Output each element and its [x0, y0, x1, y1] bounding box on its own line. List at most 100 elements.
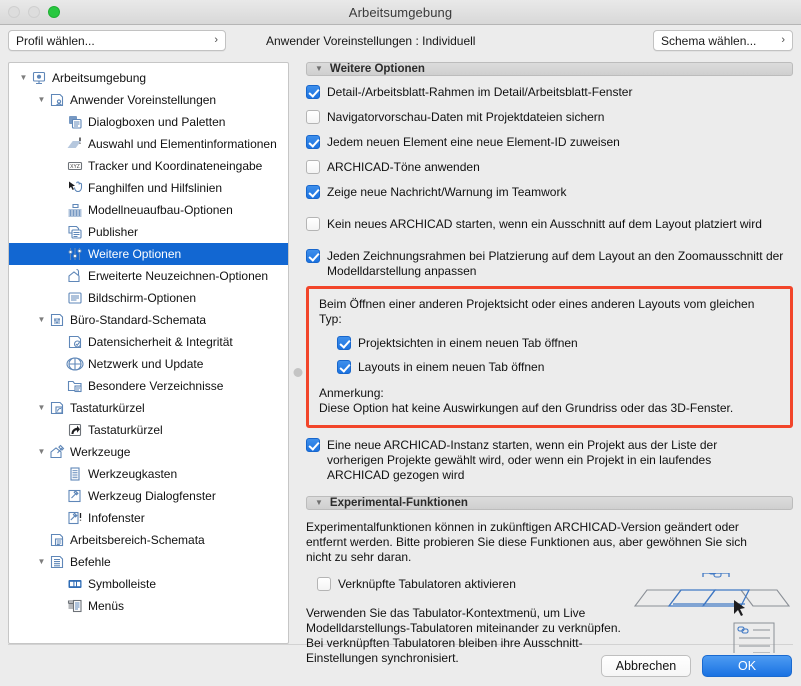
sidebar-item-label: Fanghilfen und Hilfslinien — [88, 181, 223, 195]
sidebar-item-datensicherheit-integrit-t[interactable]: ▼Datensicherheit & Integrität — [9, 331, 288, 353]
sidebar-item-symbolleiste[interactable]: ▼Symbolleiste — [9, 573, 288, 595]
sidebar-item-arbeitsbereich-schemata[interactable]: ▼Arbeitsbereich-Schemata — [9, 529, 288, 551]
new-instance-checkbox[interactable] — [306, 438, 320, 452]
sidebar-item-label: Netzwerk und Update — [88, 357, 204, 371]
profile-select-button[interactable]: Profil wählen... › — [8, 30, 226, 51]
option-row[interactable]: Detail-/Arbeitsblatt-Rahmen im Detail/Ar… — [306, 85, 793, 100]
sidebar-item-label: Dialogboxen und Paletten — [88, 115, 226, 129]
option-row[interactable]: Zeige neue Nachricht/Warnung im Teamwork — [306, 185, 793, 200]
sidebar-item-besondere-verzeichnisse[interactable]: ▼Besondere Verzeichnisse — [9, 375, 288, 397]
option-row[interactable]: Kein neues ARCHICAD starten, wenn ein Au… — [306, 217, 793, 232]
sidebar-item-label: Menüs — [88, 599, 125, 613]
section-header-experimental[interactable]: ▼ Experimental-Funktionen — [306, 496, 793, 510]
option-label: Jeden Zeichnungsrahmen bei Platzierung a… — [327, 249, 784, 278]
linked-tabs-hint: Verwenden Sie das Tabulator-Kontextmenü,… — [306, 606, 621, 665]
special-folders-icon — [67, 380, 82, 393]
option-checkbox[interactable] — [306, 217, 320, 231]
sidebar-item-men-s[interactable]: ▼Menüs — [9, 595, 288, 617]
sidebar-item-arbeitsumgebung[interactable]: ▼ Arbeitsumgebung — [9, 67, 288, 89]
option-checkbox[interactable] — [306, 85, 320, 99]
zoom-button[interactable] — [48, 6, 60, 18]
option-checkbox[interactable] — [337, 360, 351, 374]
new-tab-checkbox-list: Projektsichten in einem neuen Tab öffnen… — [319, 336, 780, 375]
sidebar-item-erweiterte-neuzeichnen-optionen[interactable]: ▼Erweiterte Neuzeichnen-Optionen — [9, 265, 288, 287]
sidebar-item-infofenster[interactable]: ▼Infofenster — [9, 507, 288, 529]
sidebar-item-werkzeuge[interactable]: ▼ Werkzeuge — [9, 441, 288, 463]
option-row[interactable]: Navigatorvorschau-Daten mit Projektdatei… — [306, 110, 793, 125]
sidebar-item-befehle[interactable]: ▼ Befehle — [9, 551, 288, 573]
disclosure-triangle-icon[interactable]: ▼ — [35, 316, 48, 324]
sidebar-item-tastaturk-rzel[interactable]: ▼Tastaturkürzel — [9, 419, 288, 441]
chevron-right-icon: › — [214, 34, 218, 46]
option-row[interactable]: ARCHICAD-Töne anwenden — [306, 160, 793, 175]
sidebar-item-label: Besondere Verzeichnisse — [88, 379, 224, 393]
option-checkbox[interactable] — [306, 185, 320, 199]
sidebar-item-werkzeug-dialogfenster[interactable]: ▼Werkzeug Dialogfenster — [9, 485, 288, 507]
chevron-right-icon: › — [781, 34, 785, 46]
disclosure-triangle-icon[interactable]: ▼ — [315, 65, 323, 73]
sidebar-item-label: Werkzeugkasten — [88, 467, 178, 481]
sidebar-item-netzwerk-und-update[interactable]: ▼Netzwerk und Update — [9, 353, 288, 375]
disclosure-triangle-icon[interactable]: ▼ — [35, 558, 48, 566]
option-label: Kein neues ARCHICAD starten, wenn ein Au… — [327, 217, 762, 231]
splitter-handle[interactable] — [293, 368, 302, 377]
option-row[interactable]: Jedem neuen Element eine neue Element-ID… — [306, 135, 793, 150]
note-text: Diese Option hat keine Auswirkungen auf … — [319, 401, 734, 415]
sidebar-item-modellneuaufbau-optionen[interactable]: ▼Modellneuaufbau-Optionen — [9, 199, 288, 221]
disclosure-triangle-icon[interactable]: ▼ — [315, 499, 323, 507]
workspace-schemes-icon — [50, 533, 64, 547]
schema-select-button[interactable]: Schema wählen... › — [653, 30, 793, 51]
settings-tree-pane[interactable]: ▼ Arbeitsumgebung ▼ Anwender Voreinstellung… — [8, 62, 289, 644]
shortcut-arrow-icon — [68, 423, 82, 437]
sidebar-item-b-ro-standard-schemata[interactable]: ▼ Büro-Standard-Schemata — [9, 309, 288, 331]
option-checkbox[interactable] — [306, 160, 320, 174]
office-standards-icon — [50, 313, 64, 327]
sidebar-item-dialogboxen-und-paletten[interactable]: ▼Dialogboxen und Paletten — [9, 111, 288, 133]
close-button[interactable] — [8, 6, 20, 18]
minimize-button[interactable] — [28, 6, 40, 18]
sidebar-item-werkzeugkasten[interactable]: ▼Werkzeugkasten — [9, 463, 288, 485]
option-checkbox[interactable] — [306, 249, 320, 263]
section-header-more-options[interactable]: ▼ Weitere Optionen — [306, 62, 793, 76]
sidebar-item-label: Bildschirm-Optionen — [88, 291, 197, 305]
option-row[interactable]: Projektsichten in einem neuen Tab öffnen — [319, 336, 780, 351]
snap-guides-icon — [69, 181, 83, 193]
sidebar-item-label: Weitere Optionen — [88, 247, 182, 261]
sidebar-item-label: Werkzeuge — [70, 445, 131, 459]
sidebar-item-auswahl-und-elementinformationen[interactable]: ▼Auswahl und Elementinformationen — [9, 133, 288, 155]
option-checkbox[interactable] — [337, 336, 351, 350]
sidebar-item-tastaturk-rzel[interactable]: ▼ Tastaturkürzel — [9, 397, 288, 419]
option-label: Layouts in einem neuen Tab öffnen — [358, 360, 545, 374]
disclosure-triangle-icon[interactable]: ▼ — [35, 404, 48, 412]
option-checkbox[interactable] — [306, 135, 320, 149]
option-checkbox[interactable] — [306, 110, 320, 124]
arbeitsumgebung-window: Arbeitsumgebung Profil wählen... › Anwen… — [0, 0, 801, 686]
sidebar-item-label: Auswahl und Elementinformationen — [88, 137, 277, 151]
linked-tabs-checkbox[interactable] — [317, 577, 331, 591]
sidebar-item-anwender-voreinstellungen[interactable]: ▼ Anwender Voreinstellungen — [9, 89, 288, 111]
xyz-tracker-icon: XYZ — [67, 161, 83, 171]
sidebar-item-weitere-optionen[interactable]: ▼Weitere Optionen — [9, 243, 288, 265]
note-title: Anmerkung: — [319, 386, 384, 400]
sidebar-item-label: Anwender Voreinstellungen — [70, 93, 217, 107]
sidebar-item-bildschirm-optionen[interactable]: ▼Bildschirm-Optionen — [9, 287, 288, 309]
option-label: Projektsichten in einem neuen Tab öffnen — [358, 336, 578, 350]
linked-tabs-label: Verknüpfte Tabulatoren aktivieren — [338, 577, 516, 591]
option-row[interactable]: Jeden Zeichnungsrahmen bei Platzierung a… — [306, 249, 793, 279]
new-instance-option[interactable]: Eine neue ARCHICAD-Instanz starten, wenn… — [306, 438, 793, 483]
globe-icon — [66, 357, 84, 371]
sidebar-item-fanghilfen-und-hilfslinien[interactable]: ▼Fanghilfen und Hilfslinien — [9, 177, 288, 199]
disclosure-triangle-icon[interactable]: ▼ — [17, 74, 30, 82]
pane-splitter[interactable] — [289, 62, 306, 644]
sidebar-item-label: Tastaturkürzel — [70, 401, 145, 415]
sidebar-item-publisher[interactable]: ▼Publisher — [9, 221, 288, 243]
sidebar-item-label: Tastaturkürzel — [88, 423, 163, 437]
linked-tabs-illustration — [633, 573, 791, 653]
window-titlebar: Arbeitsumgebung — [0, 0, 801, 25]
disclosure-triangle-icon[interactable]: ▼ — [35, 96, 48, 104]
option-row[interactable]: Layouts in einem neuen Tab öffnen — [319, 360, 780, 375]
user-prefs-icon — [50, 93, 64, 107]
disclosure-triangle-icon[interactable]: ▼ — [35, 448, 48, 456]
screen-options-icon — [68, 292, 82, 304]
sidebar-item-tracker-und-koordinateneingabe[interactable]: ▼XYZTracker und Koordinateneingabe — [9, 155, 288, 177]
